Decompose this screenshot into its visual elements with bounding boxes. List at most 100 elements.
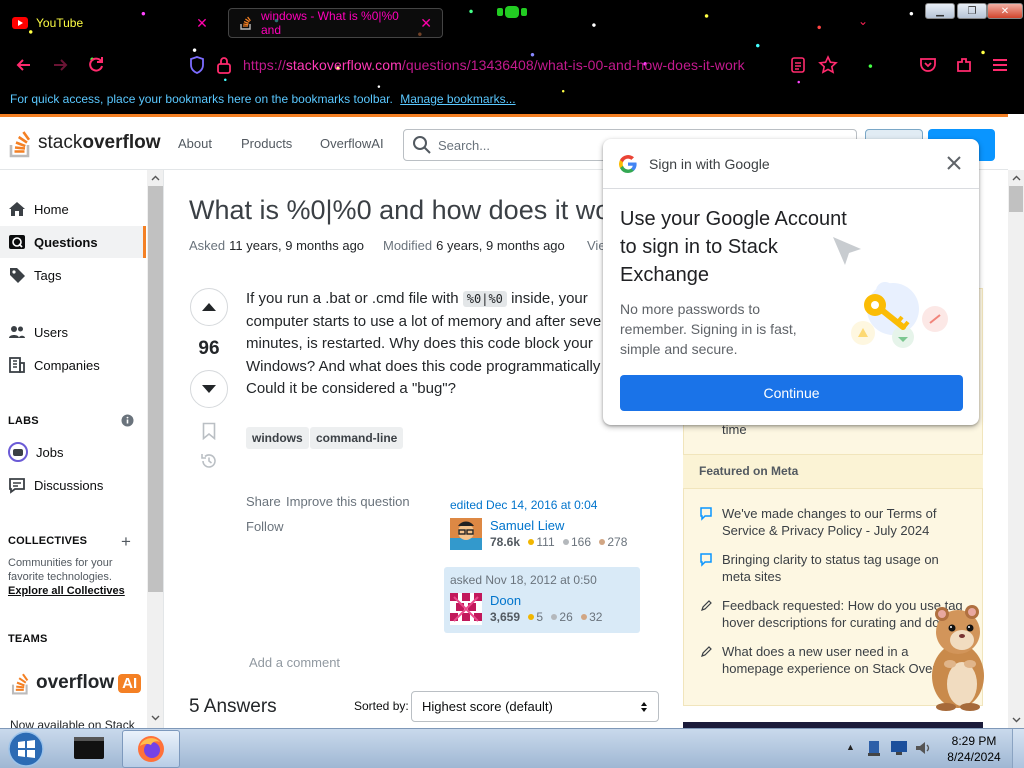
modified-meta: Modified 6 years, 9 months ago: [383, 238, 565, 253]
maximize-button[interactable]: ❐: [957, 3, 987, 19]
start-button[interactable]: [6, 730, 46, 768]
meta-item[interactable]: We've made changes to our Terms of Servi…: [700, 505, 970, 539]
volume-tray-icon[interactable]: [914, 739, 932, 757]
show-desktop-button[interactable]: [1012, 729, 1024, 768]
scroll-up-arrow-icon[interactable]: [1008, 170, 1024, 186]
page-scrollbar[interactable]: [1008, 170, 1024, 728]
terminal-taskbar-icon[interactable]: [72, 733, 106, 763]
network-tray-icon[interactable]: [866, 739, 882, 757]
edited-timestamp[interactable]: edited Dec 14, 2016 at 0:04: [450, 498, 634, 512]
scroll-up-arrow-icon[interactable]: [147, 170, 163, 186]
scroll-down-arrow-icon[interactable]: [147, 710, 163, 726]
system-clock[interactable]: 8:29 PM 8/24/2024: [942, 733, 1006, 765]
gold-badge-count: 111: [536, 535, 555, 549]
search-icon: [412, 135, 432, 155]
scrollbar-thumb[interactable]: [148, 186, 163, 592]
sidebar-item-tags[interactable]: Tags: [0, 259, 146, 291]
overflow-ai-logo[interactable]: overflow AI: [10, 671, 142, 695]
featured-meta-heading: Featured on Meta: [683, 454, 983, 489]
show-hidden-icons-icon[interactable]: ▲: [846, 742, 855, 752]
tab-stackoverflow[interactable]: windows - What is %0|%0 and ✕: [228, 8, 443, 38]
url-bar[interactable]: https://stackoverflow.com/questions/1343…: [243, 57, 745, 73]
sidebar-item-home[interactable]: Home: [0, 193, 146, 225]
search-placeholder: Search...: [438, 137, 491, 153]
tag-command-line[interactable]: command-line: [310, 427, 404, 449]
stackoverflow-logo-icon: [10, 671, 32, 695]
extensions-icon[interactable]: [954, 55, 974, 75]
silver-badge-count: 166: [570, 535, 591, 549]
silver-badge-icon: [562, 539, 569, 546]
sidebar-item-questions[interactable]: Questions: [0, 226, 146, 258]
bookmark-star-icon[interactable]: [818, 55, 838, 75]
app-menu-icon[interactable]: [990, 55, 1010, 75]
tag-windows[interactable]: windows: [246, 427, 309, 449]
firefox-taskbar-button[interactable]: [122, 730, 180, 768]
stackoverflow-logo[interactable]: stackoverflow: [8, 128, 160, 158]
improve-question-link[interactable]: Improve this question: [286, 494, 410, 509]
pocket-icon[interactable]: [918, 55, 938, 75]
add-collective-icon[interactable]: +: [121, 532, 131, 552]
close-window-button[interactable]: ✕: [987, 3, 1023, 19]
manage-bookmarks-link[interactable]: Manage bookmarks...: [400, 92, 515, 106]
padlock-icon: [216, 55, 236, 75]
meta-item[interactable]: Bringing clarity to status tag usage on …: [700, 551, 970, 585]
tab-youtube[interactable]: YouTube ✕: [2, 8, 218, 38]
sidebar-item-jobs[interactable]: Jobs: [0, 436, 146, 468]
follow-link[interactable]: Follow: [246, 519, 284, 534]
upvote-button[interactable]: [190, 288, 228, 326]
forward-icon[interactable]: [50, 55, 70, 75]
sidebar-scrollbar[interactable]: [147, 170, 163, 728]
answer-sort-select[interactable]: Highest score (default): [411, 691, 659, 722]
share-link[interactable]: Share: [246, 494, 281, 509]
display-tray-icon[interactable]: [890, 740, 908, 756]
bookmark-icon[interactable]: [202, 422, 216, 440]
scrollbar-thumb[interactable]: [1009, 186, 1023, 212]
clock-time: 8:29 PM: [951, 734, 997, 748]
jobs-icon: [8, 442, 28, 462]
sidebar-item-label: Home: [34, 201, 69, 217]
nav-products[interactable]: Products: [241, 136, 292, 151]
avatar[interactable]: [450, 593, 482, 625]
sort-selected-value: Highest score (default): [422, 699, 553, 714]
sidebar-item-companies[interactable]: Companies: [0, 349, 146, 381]
sidebar-item-label: Discussions: [34, 477, 104, 493]
user-name-link[interactable]: Doon: [490, 593, 602, 608]
tab-close-icon[interactable]: ✕: [420, 15, 432, 32]
hamster-mascot-icon: [922, 604, 992, 712]
question-body: If you run a .bat or .cmd file with %0|%…: [246, 288, 608, 401]
close-popup-button[interactable]: [945, 154, 963, 172]
windows-taskbar: ▲ 8:29 PM 8/24/2024: [0, 728, 1024, 768]
companies-icon: [8, 356, 26, 374]
info-icon[interactable]: [121, 414, 134, 427]
nav-overflowai[interactable]: OverflowAI: [320, 136, 384, 151]
nav-about[interactable]: About: [178, 136, 212, 151]
popup-description: No more passwords to remember. Signing i…: [620, 301, 797, 357]
chat-bubble-icon: [700, 553, 712, 585]
upvote-arrow-icon: [202, 303, 216, 311]
globe-icon: [8, 233, 26, 251]
pencil-icon: [700, 599, 712, 631]
tab-close-icon[interactable]: ✕: [196, 15, 208, 32]
sidebar-item-discussions[interactable]: Discussions: [0, 469, 146, 501]
tab-list-chevron-icon[interactable]: ⌄: [858, 14, 868, 28]
history-icon[interactable]: [200, 452, 218, 470]
sidebar-item-users[interactable]: Users: [0, 316, 146, 348]
select-arrows-icon: [640, 701, 648, 713]
avatar[interactable]: [450, 518, 482, 550]
tracking-shield-icon[interactable]: [188, 55, 208, 75]
minimize-button[interactable]: ▁: [925, 3, 955, 19]
downvote-button[interactable]: [190, 370, 228, 408]
reader-view-icon[interactable]: [790, 55, 810, 75]
scroll-down-arrow-icon[interactable]: [1008, 712, 1024, 728]
asked-timestamp: asked Nov 18, 2012 at 0:50: [450, 573, 597, 587]
question-title[interactable]: What is %0|%0 and how does it wo: [189, 195, 610, 226]
explore-collectives-link[interactable]: Explore all Collectives: [8, 585, 125, 597]
continue-button[interactable]: Continue: [620, 375, 963, 411]
discussions-icon: [8, 476, 26, 494]
user-name-link[interactable]: Samuel Liew: [490, 518, 627, 533]
stackoverflow-favicon-icon: [239, 16, 253, 30]
silver-badge-count: 26: [559, 610, 573, 624]
reload-icon[interactable]: [86, 55, 106, 75]
add-comment-link[interactable]: Add a comment: [249, 655, 340, 670]
back-icon[interactable]: [14, 55, 34, 75]
